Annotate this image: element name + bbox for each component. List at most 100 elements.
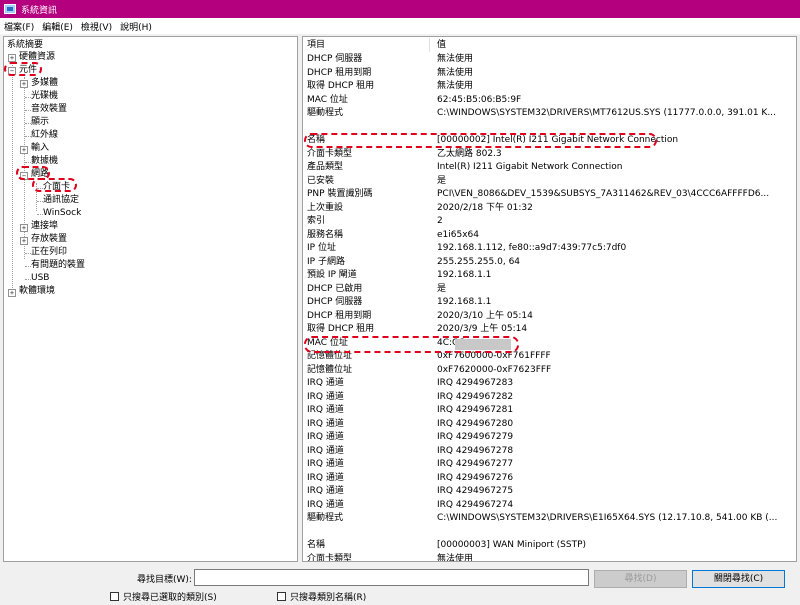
row-item-value[interactable]: C:\WINDOWS\SYSTEM32\DRIVERS\MT7612US.SYS…: [437, 107, 792, 120]
menu-edit[interactable]: 編輯(E): [42, 20, 73, 33]
row-item-value[interactable]: [00000002] Intel(R) I211 Gigabit Network…: [437, 134, 792, 147]
row-item-label[interactable]: IRQ 通道: [307, 445, 427, 458]
expand-plus-icon[interactable]: +: [20, 224, 28, 232]
expand-plus-icon[interactable]: +: [8, 54, 16, 62]
row-item-label[interactable]: IRQ 通道: [307, 485, 427, 498]
details-list[interactable]: 項目 值 DHCP 伺服器 無法使用 DHCP 租用到期 無法使用 取得 DHCP 租用…: [302, 36, 797, 562]
row-item-label[interactable]: IRQ 通道: [307, 418, 427, 431]
row-item-label[interactable]: PNP 裝置識別碼: [307, 188, 427, 201]
category-tree[interactable]: 系統摘要 + 硬體資源 − 元件 + 多媒體 光碟機 音效裝置 顯示 紅外線 +…: [3, 36, 298, 562]
tree-item-hardware-resources[interactable]: 硬體資源: [19, 51, 55, 64]
row-item-value[interactable]: IRQ 4294967281: [437, 404, 792, 417]
expand-plus-icon[interactable]: +: [20, 146, 28, 154]
tree-item-usb[interactable]: USB: [31, 272, 49, 285]
row-item-label[interactable]: IRQ 通道: [307, 458, 427, 471]
column-header-value[interactable]: 值: [437, 39, 446, 52]
row-item-label[interactable]: 產品類型: [307, 161, 427, 174]
menu-file[interactable]: 檔案(F): [4, 20, 34, 33]
close-find-button[interactable]: 關閉尋找(C): [692, 570, 785, 588]
tree-item-display[interactable]: 顯示: [31, 116, 49, 129]
row-item-value[interactable]: IRQ 4294967276: [437, 472, 792, 485]
row-item-label[interactable]: 記憶體位址: [307, 350, 427, 363]
row-item-value[interactable]: IRQ 4294967278: [437, 445, 792, 458]
row-item-label[interactable]: IRQ 通道: [307, 472, 427, 485]
row-item-value[interactable]: 是: [437, 283, 792, 296]
row-item-label[interactable]: 介面卡類型: [307, 553, 427, 562]
row-item-label[interactable]: [307, 526, 427, 539]
find-input[interactable]: [194, 569, 589, 586]
row-item-value[interactable]: 0xF7600000-0xF761FFFF: [437, 350, 792, 363]
row-item-value[interactable]: IRQ 4294967277: [437, 458, 792, 471]
row-item-value[interactable]: 192.168.1.112, fe80::a9d7:439:77c5:7df0: [437, 242, 792, 255]
collapse-minus-icon[interactable]: −: [20, 172, 28, 180]
row-item-label[interactable]: 驅動程式: [307, 107, 427, 120]
tree-item-infrared[interactable]: 紅外線: [31, 129, 58, 142]
row-item-label[interactable]: [307, 121, 427, 134]
tree-item-printing[interactable]: 正在列印: [31, 246, 67, 259]
row-item-value[interactable]: [437, 526, 792, 539]
column-divider[interactable]: [429, 38, 430, 52]
tree-item-software-environment[interactable]: 軟體環境: [19, 285, 55, 298]
tree-item-ports[interactable]: 連接埠: [31, 220, 58, 233]
row-item-label[interactable]: IRQ 通道: [307, 404, 427, 417]
tree-item-input[interactable]: 輸入: [31, 142, 49, 155]
row-item-value[interactable]: PCI\VEN_8086&DEV_1539&SUBSYS_7A311462&RE…: [437, 188, 792, 201]
row-item-label[interactable]: IP 位址: [307, 242, 427, 255]
row-item-label[interactable]: 服務名稱: [307, 229, 427, 242]
row-item-value[interactable]: IRQ 4294967275: [437, 485, 792, 498]
row-item-value[interactable]: 無法使用: [437, 53, 792, 66]
row-item-label[interactable]: 已安裝: [307, 175, 427, 188]
tree-item-problem-devices[interactable]: 有問題的裝置: [31, 259, 85, 272]
row-item-label[interactable]: IRQ 通道: [307, 499, 427, 512]
find-button[interactable]: 尋找(D): [594, 570, 687, 588]
row-item-label[interactable]: IRQ 通道: [307, 377, 427, 390]
column-header-item[interactable]: 項目: [307, 39, 325, 52]
row-item-label[interactable]: DHCP 租用到期: [307, 67, 427, 80]
row-item-label[interactable]: IRQ 通道: [307, 391, 427, 404]
row-item-value[interactable]: e1i65x64: [437, 229, 792, 242]
row-item-value[interactable]: IRQ 4294967283: [437, 377, 792, 390]
row-item-label[interactable]: DHCP 伺服器: [307, 296, 427, 309]
row-item-label[interactable]: MAC 位址: [307, 337, 427, 350]
row-item-value[interactable]: C:\WINDOWS\SYSTEM32\DRIVERS\E1I65X64.SYS…: [437, 512, 792, 525]
row-item-label[interactable]: MAC 位址: [307, 94, 427, 107]
row-item-value[interactable]: IRQ 4294967282: [437, 391, 792, 404]
row-item-label[interactable]: DHCP 已啟用: [307, 283, 427, 296]
search-selected-category-option[interactable]: 只搜尋已選取的類別(S): [110, 590, 217, 603]
expand-plus-icon[interactable]: +: [20, 80, 28, 88]
tree-item-components[interactable]: 元件: [19, 64, 37, 77]
row-item-value[interactable]: 2020/3/9 上午 05:14: [437, 323, 792, 336]
menu-view[interactable]: 檢視(V): [81, 20, 112, 33]
row-item-label[interactable]: 名稱: [307, 539, 427, 552]
row-item-value[interactable]: 0xF7620000-0xF7623FFF: [437, 364, 792, 377]
menu-help[interactable]: 說明(H): [120, 20, 152, 33]
row-item-value[interactable]: 乙太網路 802.3: [437, 148, 792, 161]
row-item-value[interactable]: 無法使用: [437, 67, 792, 80]
row-item-value[interactable]: 192.168.1.1: [437, 296, 792, 309]
row-item-label[interactable]: 介面卡類型: [307, 148, 427, 161]
row-item-value[interactable]: 2020/3/10 上午 05:14: [437, 310, 792, 323]
row-item-label[interactable]: 記憶體位址: [307, 364, 427, 377]
row-item-label[interactable]: 取得 DHCP 租用: [307, 80, 427, 93]
row-item-value[interactable]: IRQ 4294967280: [437, 418, 792, 431]
row-item-value[interactable]: Intel(R) I211 Gigabit Network Connection: [437, 161, 792, 174]
row-item-value[interactable]: 2020/2/18 下午 01:32: [437, 202, 792, 215]
expand-plus-icon[interactable]: +: [8, 289, 16, 297]
row-item-value[interactable]: [00000003] WAN Miniport (SSTP): [437, 539, 792, 552]
tree-item-sound-device[interactable]: 音效裝置: [31, 103, 67, 116]
tree-item-protocol[interactable]: 通訊協定: [43, 194, 79, 207]
row-item-label[interactable]: IP 子網路: [307, 256, 427, 269]
row-item-label[interactable]: 驅動程式: [307, 512, 427, 525]
expand-plus-icon[interactable]: +: [20, 237, 28, 245]
tree-item-multimedia[interactable]: 多媒體: [31, 77, 58, 90]
row-item-label[interactable]: 名稱: [307, 134, 427, 147]
row-item-label[interactable]: 取得 DHCP 租用: [307, 323, 427, 336]
tree-item-adapter[interactable]: 介面卡: [43, 181, 70, 194]
row-item-label[interactable]: 預設 IP 閘道: [307, 269, 427, 282]
checkbox-unchecked-icon[interactable]: [110, 592, 119, 601]
row-item-value[interactable]: IRQ 4294967274: [437, 499, 792, 512]
row-item-value[interactable]: 2: [437, 215, 792, 228]
row-item-value[interactable]: 62:45:B5:06:B5:9F: [437, 94, 792, 107]
row-item-label[interactable]: IRQ 通道: [307, 431, 427, 444]
search-category-names-option[interactable]: 只搜尋類別名稱(R): [277, 590, 366, 603]
